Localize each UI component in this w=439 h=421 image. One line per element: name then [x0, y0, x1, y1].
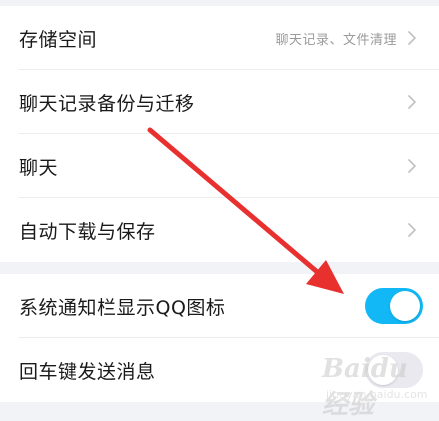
setting-row-chat[interactable]: 聊天 [0, 134, 439, 198]
chevron-right-icon [408, 223, 416, 237]
setting-row-enter-send: 回车键发送消息 [0, 338, 439, 402]
setting-row-backup-migrate[interactable]: 聊天记录备份与迁移 [0, 70, 439, 134]
setting-label-enter-send: 回车键发送消息 [19, 360, 156, 383]
setting-label-backup-migrate: 聊天记录备份与迁移 [19, 92, 195, 115]
enter-send-toggle[interactable] [365, 352, 423, 388]
toggle-knob [368, 355, 398, 385]
setting-row-auto-download[interactable]: 自动下载与保存 [0, 198, 439, 262]
chevron-right-icon [408, 95, 416, 109]
setting-row-storage[interactable]: 存储空间 聊天记录、文件清理 [0, 6, 439, 70]
notification-icon-toggle[interactable] [365, 288, 423, 324]
chevron-right-icon [408, 31, 416, 45]
toggle-knob [390, 291, 420, 321]
setting-detail-storage: 聊天记录、文件清理 [275, 32, 397, 48]
chevron-right-icon [408, 159, 416, 173]
setting-row-notification-icon: 系统通知栏显示QQ图标 [0, 274, 439, 338]
settings-group-storage-chat: 存储空间 聊天记录、文件清理 聊天记录备份与迁移 聊天 自动下载与保存 [0, 6, 439, 262]
setting-label-storage: 存储空间 [19, 28, 98, 51]
settings-group-notifications: 系统通知栏显示QQ图标 回车键发送消息 [0, 274, 439, 402]
setting-label-chat: 聊天 [19, 156, 59, 179]
setting-label-auto-download: 自动下载与保存 [19, 220, 156, 243]
setting-label-notification-icon: 系统通知栏显示QQ图标 [19, 296, 226, 319]
